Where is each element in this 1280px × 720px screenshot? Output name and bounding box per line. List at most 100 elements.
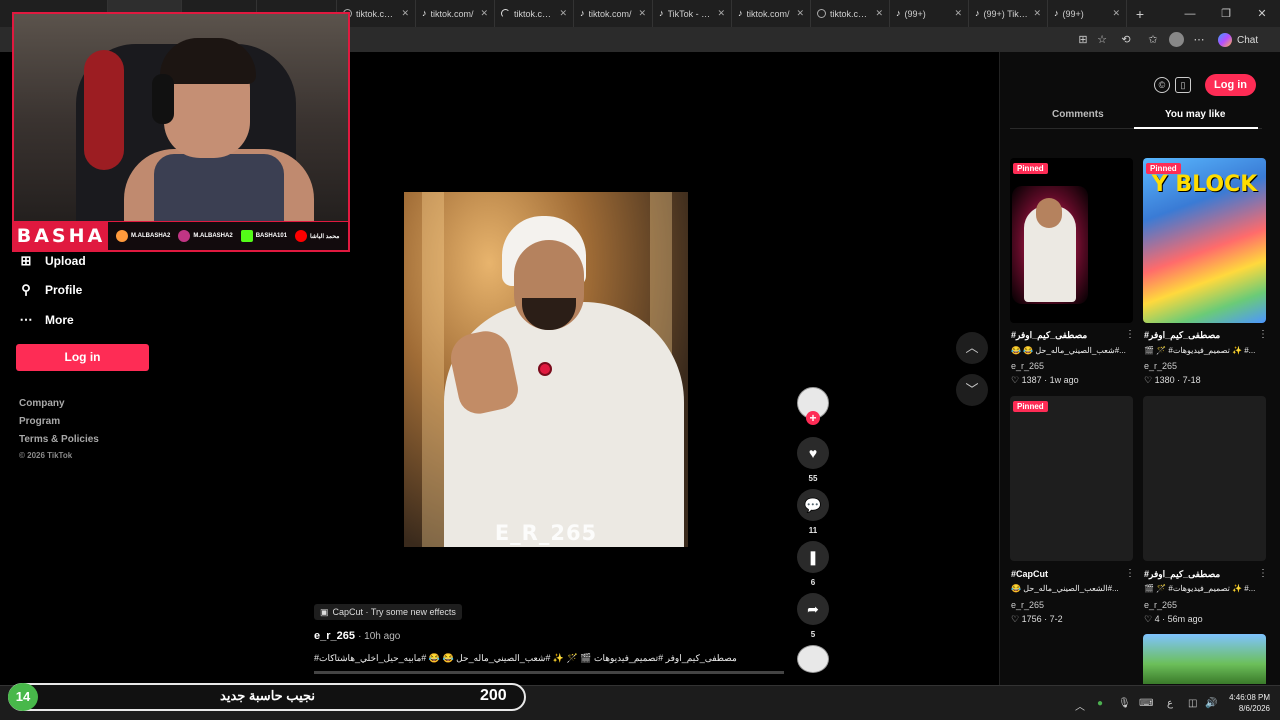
language-indicator[interactable]: ع xyxy=(1167,698,1173,709)
card-title[interactable]: #مصطفى_كيم_اوفر xyxy=(1144,330,1254,341)
tab-comments[interactable]: Comments xyxy=(1052,109,1104,120)
card-more-icon[interactable]: ⋮ xyxy=(1258,568,1268,579)
card-more-icon[interactable]: ⋮ xyxy=(1258,329,1268,340)
copyright-text: © 2026 TikTok xyxy=(19,451,73,460)
device-icon[interactable]: ▯ xyxy=(1175,77,1191,93)
tab-9[interactable]: ♪ (99+) TikTok ✕ xyxy=(969,0,1048,27)
close-icon[interactable]: ✕ xyxy=(796,8,804,19)
minimize-icon[interactable]: — xyxy=(1172,0,1208,27)
recommended-video-thumbnail[interactable]: Y BLOCK Pinned xyxy=(1143,158,1266,323)
social-instagram: M.ALBASHA2 xyxy=(178,230,233,242)
close-icon[interactable]: ✕ xyxy=(1112,8,1120,19)
card-stats: ♡ 1380 · 7-18 xyxy=(1144,375,1201,385)
card-stats: ♡ 1387 · 1w ago xyxy=(1011,375,1079,385)
tab-you-may-like[interactable]: You may like xyxy=(1165,109,1225,120)
video-caption: #مصطفى_كيم_اوفر #تصميم_فيديوهات 🎬 🪄 ✨ #ش… xyxy=(314,653,737,663)
recommended-video-thumbnail[interactable]: Pinned xyxy=(1010,396,1133,561)
favorites-icon[interactable]: ✩ xyxy=(1146,33,1160,47)
pinned-badge: Pinned xyxy=(1013,401,1048,412)
author-name[interactable]: e_r_265 xyxy=(314,630,355,642)
card-title[interactable]: #مصطفى_كيم_اوفر xyxy=(1011,330,1121,341)
tab-5[interactable]: ♪ TikTok - Ma ✕ xyxy=(653,0,732,27)
close-icon[interactable]: ✕ xyxy=(401,8,409,19)
card-title[interactable]: #CapCut xyxy=(1011,569,1121,579)
footer-terms-link[interactable]: Terms & Policies xyxy=(19,434,99,445)
card-author[interactable]: e_r_265 xyxy=(1011,600,1044,610)
app-available-icon[interactable]: ⊞ xyxy=(1076,33,1090,47)
card-author[interactable]: e_r_265 xyxy=(1011,361,1044,371)
heart-icon: ♥ xyxy=(808,445,818,461)
streamer-logo: BASHA xyxy=(14,221,108,250)
chevron-up-icon[interactable]: ︿ xyxy=(1075,698,1085,713)
card-more-icon[interactable]: ⋮ xyxy=(1125,329,1135,340)
headset xyxy=(152,74,174,124)
login-button[interactable]: Log in xyxy=(16,344,149,371)
tab-8[interactable]: ♪ (99+) ✕ xyxy=(890,0,969,27)
window-close-icon[interactable]: ✕ xyxy=(1244,0,1280,27)
card-author[interactable]: e_r_265 xyxy=(1144,600,1177,610)
tab-6[interactable]: ♪ tiktok.com/✕ xyxy=(732,0,811,27)
previous-video-button[interactable]: ︿ xyxy=(956,332,988,364)
close-icon[interactable]: ✕ xyxy=(638,8,646,19)
social-kick: BASHA101 xyxy=(240,230,287,242)
like-button[interactable]: ♥ xyxy=(797,437,829,469)
follow-plus-icon[interactable]: + xyxy=(806,411,820,425)
keyboard-icon[interactable]: ⌨ xyxy=(1139,698,1153,709)
recommended-video-thumbnail[interactable] xyxy=(1143,396,1266,561)
card-author[interactable]: e_r_265 xyxy=(1144,361,1177,371)
card-title[interactable]: #مصطفى_كيم_اوفر xyxy=(1144,569,1254,580)
next-video-button[interactable]: ﹀ xyxy=(956,374,988,406)
tab-4[interactable]: ♪ tiktok.com/✕ xyxy=(574,0,653,27)
close-icon[interactable]: ✕ xyxy=(1033,8,1041,19)
tab-3[interactable]: tiktok.com/✕ xyxy=(495,0,574,27)
network-app-icon[interactable]: ● xyxy=(1097,698,1103,709)
tab-7[interactable]: tiktok.com/✕ xyxy=(811,0,890,27)
save-button[interactable]: ❚ xyxy=(797,541,829,573)
nav-profile[interactable]: ⚲ Profile xyxy=(19,281,82,299)
close-icon[interactable]: ✕ xyxy=(717,8,725,19)
sponsor-icon[interactable]: © xyxy=(1154,77,1170,93)
loading-icon xyxy=(501,9,510,18)
close-icon[interactable]: ✕ xyxy=(559,8,567,19)
share-button[interactable]: ➦ xyxy=(797,593,829,625)
copilot-chat-button[interactable]: Chat xyxy=(1218,32,1258,48)
plus-square-icon: ⊞ xyxy=(20,253,32,268)
browser-profile-avatar[interactable] xyxy=(1169,32,1184,47)
recommended-video-thumbnail-partial[interactable] xyxy=(1143,634,1266,684)
streamer-name-bar: BASHA M.ALBASHA2 M.ALBASHA2 BASHA101 محم… xyxy=(14,221,348,250)
thumbnail-face xyxy=(1036,198,1062,228)
card-more-icon[interactable]: ⋮ xyxy=(1125,568,1135,579)
recommended-video-thumbnail-partial[interactable] xyxy=(1010,634,1133,684)
microphone-icon[interactable]: 🎙 xyxy=(1118,698,1131,709)
comment-button[interactable]: 💬 xyxy=(797,489,829,521)
favorite-star-icon[interactable]: ☆ xyxy=(1095,33,1109,47)
more-menu-icon[interactable]: ⋯ xyxy=(1192,33,1206,47)
effect-chip[interactable]: ▣ CapCut · Try some new effects xyxy=(314,604,462,620)
clock[interactable]: 4:46:08 PM 8/6/2026 xyxy=(1222,692,1270,714)
maximize-icon[interactable]: ❐ xyxy=(1208,0,1244,27)
recommended-video-thumbnail[interactable]: Pinned xyxy=(1010,158,1133,323)
nav-upload[interactable]: ⊞ Upload xyxy=(19,252,86,270)
close-icon[interactable]: ✕ xyxy=(875,8,883,19)
tab-2[interactable]: ♪ tiktok.com/✕ xyxy=(416,0,495,27)
footer-program-link[interactable]: Program xyxy=(19,416,60,427)
close-icon[interactable]: ✕ xyxy=(480,8,488,19)
volume-icon[interactable]: 🔊 xyxy=(1205,698,1217,709)
wifi-icon[interactable]: ◫ xyxy=(1188,698,1197,709)
video-progress-bar[interactable] xyxy=(314,671,784,674)
new-tab-button[interactable]: + xyxy=(1127,6,1153,22)
tab-10[interactable]: ♪ (99+) ✕ xyxy=(1048,0,1127,27)
nav-more[interactable]: ⋯ More xyxy=(19,311,74,329)
music-disc-avatar[interactable] xyxy=(797,645,829,673)
stream-level-badge: 14 xyxy=(8,683,38,711)
video-pillar xyxy=(422,192,444,547)
close-icon[interactable]: ✕ xyxy=(954,8,962,19)
login-button-top[interactable]: Log in xyxy=(1205,74,1256,96)
extensions-icon[interactable]: ⟲ xyxy=(1119,33,1133,47)
tiktok-icon xyxy=(116,230,128,242)
chevron-down-icon: ﹀ xyxy=(965,382,979,397)
card-stats: ♡ 1756 · 7-2 xyxy=(1011,614,1063,624)
tiktok-icon: ♪ xyxy=(659,8,664,18)
footer-company-link[interactable]: Company xyxy=(19,398,65,409)
tiktok-icon: ♪ xyxy=(896,8,901,18)
